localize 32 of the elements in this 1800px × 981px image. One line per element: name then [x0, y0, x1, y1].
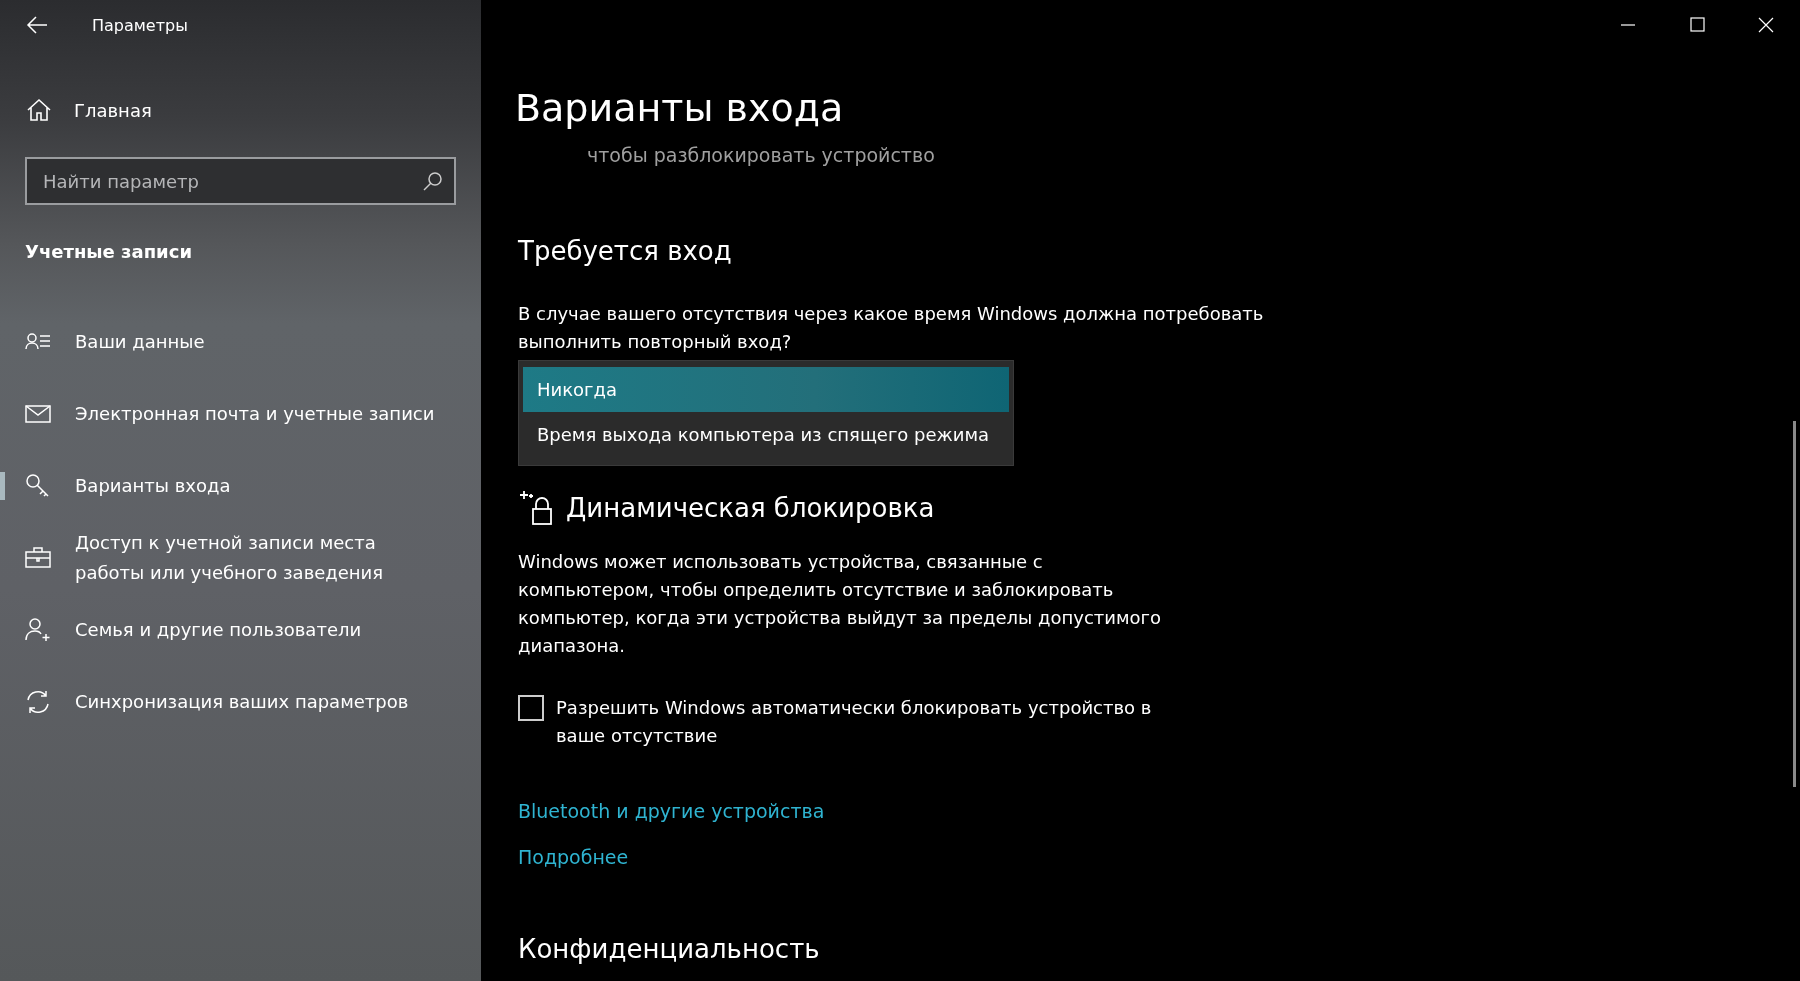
checkbox[interactable]: [518, 695, 544, 721]
description-text: Windows может использовать устройства, связанные с компьютером, чтобы определить отсутствие и заблокировать компьютер, когда эти устройства выйдут за пределы допустимого диапазона.: [518, 550, 1163, 658]
search-field[interactable]: Найти параметр: [25, 157, 456, 205]
section-label: Учетные записи: [24, 240, 193, 262]
section-heading: Динамическая блокировка: [566, 493, 935, 523]
nav-item[interactable]: Ваши данные: [75, 327, 205, 357]
sparkle-lock-icon: [518, 490, 554, 526]
dropdown-option[interactable]: Никогда: [523, 367, 1009, 412]
key-icon: [25, 473, 51, 499]
back-button[interactable]: [26, 14, 48, 36]
link[interactable]: Bluetooth и другие устройства: [518, 800, 825, 822]
section-heading: Требуется вход: [518, 236, 733, 266]
question-text: В случае вашего отсутствия через какое время Windows должна потребовать выполнить повторный вход?: [518, 302, 1265, 354]
search-icon[interactable]: [422, 170, 444, 192]
window-title: Параметры: [92, 15, 188, 35]
page-subtitle: чтобы разблокировать устройство: [587, 144, 936, 166]
nav-item[interactable]: Варианты входа: [75, 471, 231, 501]
page-title: Варианты входа: [515, 85, 845, 132]
home-icon[interactable]: [26, 97, 52, 123]
home-link[interactable]: Главная: [74, 99, 152, 121]
briefcase-icon: [25, 545, 51, 571]
dropdown-option[interactable]: Время выхода компьютера из спящего режима: [523, 412, 1009, 457]
nav-item[interactable]: Доступ к учетной записи места работы или учебного заведения: [75, 528, 435, 588]
nav-item[interactable]: Электронная почта и учетные записи: [75, 399, 435, 429]
scrollbar-thumb[interactable]: [1793, 421, 1796, 787]
nav-item[interactable]: Синхронизация ваших параметров: [75, 687, 409, 717]
section-heading: Конфиденциальность: [518, 934, 821, 964]
nav-item[interactable]: Семья и другие пользователи: [75, 615, 362, 645]
checkbox-label: Разрешить Windows автоматически блокировать устройство в ваше отсутствие: [556, 696, 1153, 748]
person-add-icon: [25, 617, 51, 643]
link[interactable]: Подробнее: [518, 846, 629, 868]
sync-icon: [25, 689, 51, 715]
